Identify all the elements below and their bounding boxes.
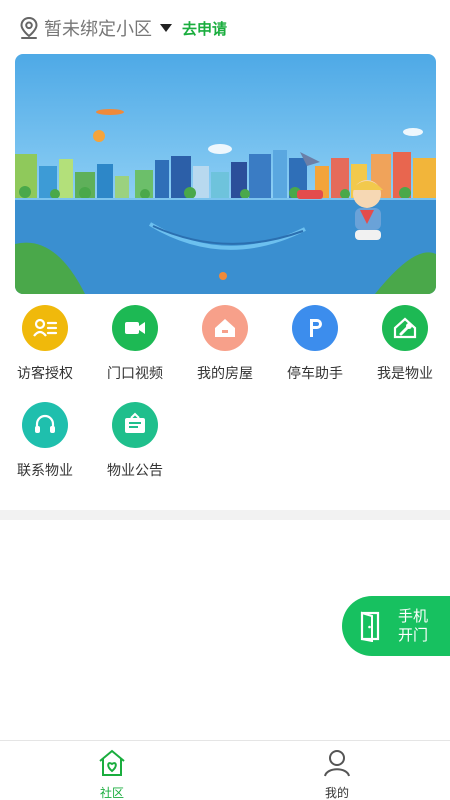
community-home-icon [99, 749, 125, 776]
service-label: 联系物业 [17, 463, 73, 479]
parking-icon [292, 305, 338, 351]
community-name[interactable]: 暂未绑定小区 [44, 15, 152, 41]
headset-icon [22, 402, 68, 448]
service-visitor-auth[interactable]: 访客授权 [0, 305, 90, 383]
tab-community[interactable]: 社区 [52, 741, 172, 800]
mobile-open-door-button[interactable]: 手机 开门 [342, 596, 450, 656]
section-divider [0, 510, 450, 520]
service-door-video[interactable]: 门口视频 [90, 305, 180, 383]
service-parking[interactable]: 停车助手 [270, 305, 360, 383]
service-contact-property[interactable]: 联系物业 [0, 402, 90, 480]
visitor-icon [22, 305, 68, 351]
bottom-tab-bar: 社区 我的 [0, 740, 450, 800]
location-pin-icon[interactable] [18, 16, 40, 40]
top-bar: 暂未绑定小区 去申请 [0, 0, 450, 56]
notice-board-icon [112, 402, 158, 448]
tab-mine[interactable]: 我的 [277, 741, 397, 800]
house-icon [202, 305, 248, 351]
service-property-staff[interactable]: 我是物业 [360, 305, 450, 383]
banner-image[interactable] [15, 54, 436, 294]
service-label: 访客授权 [17, 366, 73, 382]
service-label: 我的房屋 [197, 366, 253, 382]
chevron-down-icon[interactable] [160, 24, 172, 32]
fab-label: 手机 开门 [398, 607, 429, 644]
service-label: 我是物业 [377, 366, 433, 382]
property-wrench-icon [382, 305, 428, 351]
door-icon [360, 611, 380, 642]
service-my-house[interactable]: 我的房屋 [180, 305, 270, 383]
profile-icon [324, 750, 350, 777]
tab-label: 社区 [99, 786, 124, 800]
tab-label: 我的 [324, 786, 349, 800]
video-icon [112, 305, 158, 351]
service-label: 停车助手 [287, 366, 343, 382]
service-label: 物业公告 [107, 463, 163, 479]
apply-link[interactable]: 去申请 [182, 18, 227, 39]
service-property-notice[interactable]: 物业公告 [90, 402, 180, 480]
service-label: 门口视频 [107, 366, 163, 382]
